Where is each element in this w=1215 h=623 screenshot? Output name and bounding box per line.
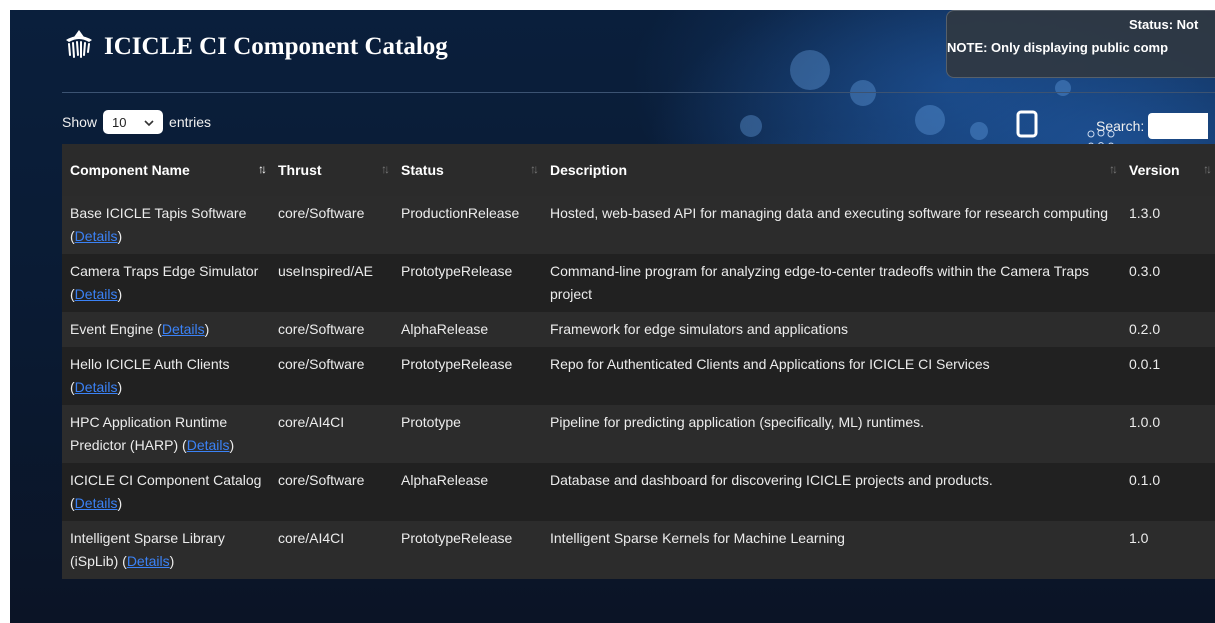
column-header-description[interactable]: Description ↑↓ [542,144,1121,196]
tablet-icon [1016,110,1038,138]
description-cell: Database and dashboard for discovering I… [550,472,993,488]
table-row: ICICLE CI Component Catalog (Details) co… [62,463,1215,521]
table-row: Camera Traps Edge Simulator (Details) us… [62,254,1215,312]
background-decoration [740,115,762,137]
component-name-cell: Intelligent Sparse Library (iSpLib) (Det… [70,530,225,569]
show-label: Show [62,114,98,130]
description-cell: Hosted, web-based API for managing data … [550,205,1108,221]
sort-icon: ↑↓ [530,162,539,176]
status-cell: PrototypeRelease [401,356,513,372]
version-cell: 0.1.0 [1129,472,1161,488]
component-name-cell: Base ICICLE Tapis Software (Details) [70,205,247,244]
component-name-cell: Camera Traps Edge Simulator (Details) [70,263,259,302]
table-row: Intelligent Sparse Library (iSpLib) (Det… [62,521,1215,579]
icicle-logo-icon [62,28,96,65]
column-header-component-name[interactable]: Component Name ↑↓ [62,144,270,196]
thrust-cell: useInspired/AE [278,263,373,279]
column-header-thrust[interactable]: Thrust ↑↓ [270,144,393,196]
background-decoration [1055,80,1071,96]
sort-icon: ↑↓ [1109,162,1118,176]
table-row: Base ICICLE Tapis Software (Details) cor… [62,196,1215,254]
component-table: Component Name ↑↓ Thrust ↑↓ Status ↑↓ Descr… [62,144,1215,579]
catalog-page: ICICLE CI Component Catalog Status: Not … [10,10,1215,623]
thrust-cell: core/Software [278,321,365,337]
column-header-status[interactable]: Status ↑↓ [393,144,542,196]
sort-ascending-icon: ↑↓ [258,162,267,176]
version-cell: 1.0 [1129,530,1149,546]
entries-select[interactable]: 10 [103,110,164,134]
description-cell: Pipeline for predicting application (spe… [550,414,925,430]
search-label: Search: [1096,118,1145,134]
background-decoration [790,50,830,90]
component-name-cell: Hello ICICLE Auth Clients (Details) [70,356,230,395]
search-control: Search: [1096,113,1209,139]
description-cell: Intelligent Sparse Kernels for Machine L… [550,530,845,546]
details-link[interactable]: Details [75,495,118,511]
entries-label: entries [169,114,212,130]
details-link[interactable]: Details [75,286,118,302]
status-cell: PrototypeRelease [401,530,513,546]
status-text: Status: Not [1129,17,1199,32]
sort-icon: ↑↓ [1203,162,1212,176]
status-cell: PrototypeRelease [401,263,513,279]
thrust-cell: core/AI4CI [278,530,345,546]
note-text: NOTE: Only displaying public comp [947,40,1169,55]
component-name-cell: HPC Application Runtime Predictor (HARP)… [70,414,235,453]
details-link[interactable]: Details [75,228,118,244]
details-link[interactable]: Details [162,321,205,337]
table-row: Hello ICICLE Auth Clients (Details) core… [62,347,1215,405]
description-cell: Framework for edge simulators and applic… [550,321,849,337]
background-decoration [970,122,988,140]
table-row: Event Engine (Details) core/Software Alp… [62,312,1215,347]
version-cell: 1.0.0 [1129,414,1161,430]
details-link[interactable]: Details [127,553,170,569]
component-name-cell: Event Engine (Details) [70,321,210,337]
entries-length-control: Show 10 entries [62,110,211,134]
details-link[interactable]: Details [187,437,230,453]
page-title-text: ICICLE CI Component Catalog [104,32,448,60]
component-name-cell: ICICLE CI Component Catalog (Details) [70,472,262,511]
status-cell: AlphaRelease [401,472,489,488]
sort-icon: ↑↓ [381,162,390,176]
table-header-row: Component Name ↑↓ Thrust ↑↓ Status ↑↓ Descr… [62,144,1215,196]
background-decoration [915,105,945,135]
description-cell: Command-line program for analyzing edge-… [550,263,1089,302]
version-cell: 0.2.0 [1129,321,1161,337]
column-header-version[interactable]: Version ↑↓ [1121,144,1215,196]
version-cell: 0.0.1 [1129,356,1161,372]
page-title: ICICLE CI Component Catalog [62,28,448,65]
description-cell: Repo for Authenticated Clients and Appli… [550,356,990,372]
version-cell: 1.3.0 [1129,205,1161,221]
thrust-cell: core/Software [278,472,365,488]
details-link[interactable]: Details [75,379,118,395]
thrust-cell: core/Software [278,205,365,221]
entries-select-value: 10 [112,114,127,130]
status-cell: AlphaRelease [401,321,489,337]
background-decoration [850,80,876,106]
status-cell: ProductionRelease [401,205,520,221]
table-row: HPC Application Runtime Predictor (HARP)… [62,405,1215,463]
chevron-down-icon [144,115,154,130]
header-divider [62,92,1215,93]
version-cell: 0.3.0 [1129,263,1161,279]
status-cell: Prototype [401,414,461,430]
thrust-cell: core/Software [278,356,365,372]
status-notice: Status: Not NOTE: Only displaying public… [946,10,1215,78]
thrust-cell: core/AI4CI [278,414,345,430]
search-input[interactable] [1148,113,1209,139]
